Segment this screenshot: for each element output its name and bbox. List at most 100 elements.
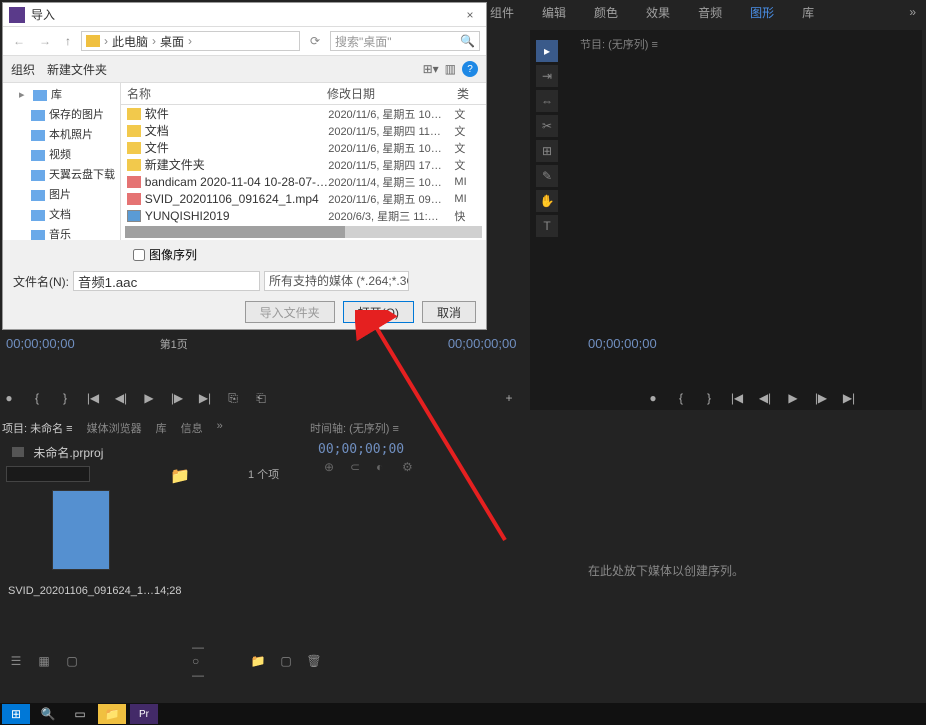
breadcrumb[interactable]: › 此电脑 › 桌面 › — [81, 31, 300, 51]
type-tool[interactable]: T — [536, 215, 558, 237]
open-button[interactable]: 打开(O) — [343, 301, 414, 323]
preview-pane-icon[interactable]: ▥ — [445, 62, 456, 76]
tab-library[interactable]: 库 — [156, 420, 167, 436]
task-view-icon[interactable]: ▭ — [66, 704, 94, 724]
new-item-icon[interactable]: ▢ — [278, 654, 294, 668]
organize-button[interactable]: 组织 — [11, 61, 35, 78]
pen-tool[interactable]: ✎ — [536, 165, 558, 187]
filename-input[interactable] — [73, 271, 260, 291]
close-button[interactable]: × — [460, 8, 480, 22]
play-icon[interactable]: ▶ — [784, 389, 802, 407]
marker-icon[interactable]: ◐ — [376, 460, 390, 474]
sidebar-item[interactable]: 文档 — [3, 205, 120, 225]
project-search-input[interactable] — [6, 466, 90, 482]
menu-graphics[interactable]: 图形 — [750, 4, 774, 21]
list-view-icon[interactable]: ☰ — [8, 654, 24, 668]
file-row[interactable]: 软件2020/11/6, 星期五 10…文 — [121, 105, 486, 122]
search-taskbar-icon[interactable]: 🔍 — [34, 704, 62, 724]
view-options-icon[interactable]: ⊞▾ — [423, 62, 439, 76]
menu-library[interactable]: 库 — [802, 4, 814, 21]
explorer-icon[interactable]: 📁 — [98, 704, 126, 724]
add-button[interactable]: + — [500, 389, 518, 407]
goto-out-icon[interactable]: ▶| — [840, 389, 858, 407]
file-row[interactable]: 文档2020/11/5, 星期四 11…文 — [121, 122, 486, 139]
overwrite-icon[interactable]: ⎗ — [252, 389, 270, 407]
tab-info[interactable]: 信息 — [181, 420, 203, 436]
search-input[interactable]: 搜索"桌面" 🔍 — [330, 31, 480, 51]
settings-icon[interactable]: ⚙ — [402, 460, 416, 474]
bracket-in-icon[interactable]: { — [28, 389, 46, 407]
col-name[interactable]: 名称 — [121, 85, 321, 102]
insert-icon[interactable]: ⎘ — [224, 389, 242, 407]
premiere-taskbar-icon[interactable]: Pr — [130, 704, 158, 724]
tab-timeline[interactable]: 时间轴: (无序列) ≡ — [310, 420, 399, 436]
horizontal-scrollbar[interactable] — [125, 226, 482, 238]
cancel-button[interactable]: 取消 — [422, 301, 476, 323]
breadcrumb-host[interactable]: 此电脑 — [112, 33, 148, 50]
sidebar-item[interactable]: 天翼云盘下载 — [3, 165, 120, 185]
file-row[interactable]: bandicam 2020-11-04 10-28-07-317…2020/11… — [121, 173, 486, 190]
new-folder-button[interactable]: 新建文件夹 — [47, 61, 107, 78]
icon-view-icon[interactable]: ▦ — [36, 654, 52, 668]
sidebar-item[interactable]: 本机照片 — [3, 125, 120, 145]
folder-nav-icon[interactable]: 📁 — [170, 466, 190, 486]
menu-audio[interactable]: 音频 — [698, 4, 722, 21]
play-icon[interactable]: ▶ — [140, 389, 158, 407]
bracket-in-icon[interactable]: { — [672, 389, 690, 407]
bracket-out-icon[interactable]: } — [56, 389, 74, 407]
image-sequence-checkbox[interactable] — [133, 249, 145, 261]
file-row[interactable]: SVID_20201106_091624_1.mp42020/11/6, 星期五… — [121, 190, 486, 207]
menu-effects[interactable]: 效果 — [646, 4, 670, 21]
menu-more[interactable]: » — [909, 5, 916, 19]
freeform-icon[interactable]: ▢ — [64, 654, 80, 668]
mark-in-icon[interactable]: ● — [0, 389, 18, 407]
goto-in-icon[interactable]: |◀ — [84, 389, 102, 407]
import-folder-button[interactable]: 导入文件夹 — [245, 301, 335, 323]
file-filter-select[interactable]: 所有支持的媒体 (*.264;*.3G2;*. — [264, 271, 409, 291]
trash-icon[interactable]: 🗑 — [306, 654, 322, 668]
file-row[interactable]: 新建文件夹2020/11/5, 星期四 17…文 — [121, 156, 486, 173]
scrollbar-thumb[interactable] — [125, 226, 345, 238]
tab-project[interactable]: 项目: 未命名 ≡ — [2, 420, 73, 436]
bracket-out-icon[interactable]: } — [700, 389, 718, 407]
slip-tool[interactable]: ⊞ — [536, 140, 558, 162]
menu-edit[interactable]: 编辑 — [542, 4, 566, 21]
sidebar-item[interactable]: 图片 — [3, 185, 120, 205]
snap-icon[interactable]: ⊕ — [324, 460, 338, 474]
step-fwd-icon[interactable]: |▶ — [812, 389, 830, 407]
clip-thumbnail[interactable] — [52, 490, 110, 570]
step-fwd-icon[interactable]: |▶ — [168, 389, 186, 407]
col-date[interactable]: 修改日期 — [321, 85, 451, 102]
step-back-icon[interactable]: ◀| — [756, 389, 774, 407]
track-select-tool[interactable]: ⇥ — [536, 65, 558, 87]
menu-components[interactable]: 组件 — [490, 4, 514, 21]
goto-out-icon[interactable]: ▶| — [196, 389, 214, 407]
zoom-slider[interactable]: —○— — [192, 654, 208, 668]
selection-tool[interactable]: ▸ — [536, 40, 558, 62]
tab-more[interactable]: » — [217, 420, 223, 436]
breadcrumb-folder[interactable]: 桌面 — [160, 33, 184, 50]
step-back-icon[interactable]: ◀| — [112, 389, 130, 407]
goto-in-icon[interactable]: |◀ — [728, 389, 746, 407]
file-row[interactable]: YUNQISHI20192020/6/3, 星期三 11:…快 — [121, 207, 486, 224]
start-button[interactable]: ⊞ — [2, 704, 30, 724]
file-row[interactable]: 文件2020/11/6, 星期五 10…文 — [121, 139, 486, 156]
ripple-tool[interactable]: ⇔ — [536, 90, 558, 112]
sidebar-item[interactable]: 保存的图片 — [3, 105, 120, 125]
sidebar-item[interactable]: 音乐 — [3, 225, 120, 240]
mark-in-icon[interactable]: ● — [644, 389, 662, 407]
refresh-button[interactable]: ⟳ — [306, 34, 324, 48]
link-icon[interactable]: ⊂ — [350, 460, 364, 474]
sidebar-item[interactable]: 视频 — [3, 145, 120, 165]
help-icon[interactable]: ? — [462, 61, 478, 77]
menu-color[interactable]: 颜色 — [594, 4, 618, 21]
back-button[interactable]: ← — [9, 34, 29, 48]
hand-tool[interactable]: ✋ — [536, 190, 558, 212]
forward-button[interactable]: → — [35, 34, 55, 48]
up-button[interactable]: ↑ — [61, 34, 75, 48]
tab-media-browser[interactable]: 媒体浏览器 — [87, 420, 142, 436]
new-bin-icon[interactable]: 📁 — [250, 654, 266, 668]
sidebar-item[interactable]: ▸库 — [3, 85, 120, 105]
razor-tool[interactable]: ✂ — [536, 115, 558, 137]
col-type[interactable]: 类 — [451, 85, 481, 102]
